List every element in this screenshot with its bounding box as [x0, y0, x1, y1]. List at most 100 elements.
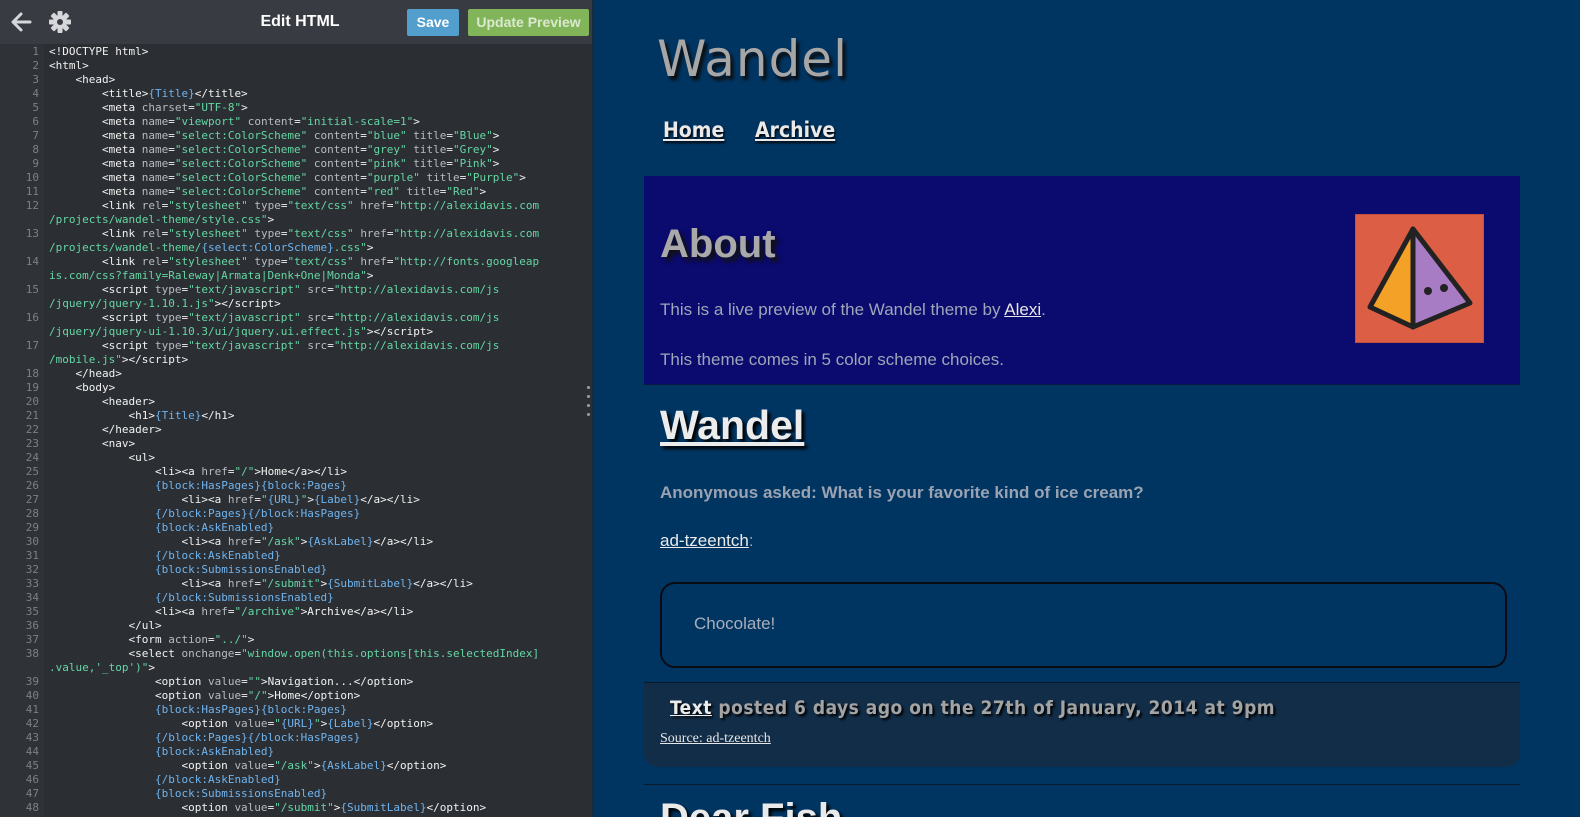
code-line: 24 <ul> [0, 451, 592, 465]
about-description: This is a live preview of the Wandel the… [660, 300, 1046, 320]
code-line: 16 <script type="text/javascript" src="h… [0, 311, 592, 339]
code-line: 35 <li><a href="/archive">Archive</a></l… [0, 605, 592, 619]
post-date: posted 6 days ago on the 27th of January… [711, 697, 1276, 719]
line-number: 9 [32, 157, 39, 170]
code-text: <title>{Title}</title> [49, 87, 248, 100]
code-line: 21 <h1>{Title}</h1> [0, 409, 592, 423]
code-line: 36 </ul> [0, 619, 592, 633]
arrow-left-icon[interactable] [8, 9, 36, 35]
line-number: 33 [25, 577, 39, 590]
code-line: 17 <script type="text/javascript" src="h… [0, 339, 592, 367]
gear-icon[interactable] [46, 9, 74, 35]
code-text: <meta name="select:ColorScheme" content=… [49, 129, 500, 142]
code-text: <form action="../"> [49, 633, 255, 646]
answerer-link[interactable]: ad-tzeentch [660, 531, 749, 550]
code-line: 30 <li><a href="/ask">{AskLabel}</a></li… [0, 535, 592, 549]
code-text: {block:AskEnabled} [154, 521, 275, 534]
code-text: {/block:AskEnabled} [154, 773, 281, 786]
code-text: <body> [49, 381, 116, 394]
code-line: 7 <meta name="select:ColorScheme" conten… [0, 129, 592, 143]
theme-preview: Wandel Home Archive About This is a live… [592, 0, 1580, 817]
code-text-continuation: /jquery/jquery-ui-1.10.3/ui/jquery.ui.ef… [49, 325, 434, 338]
code-line: 22 </header> [0, 423, 592, 437]
line-number: 15 [25, 283, 39, 296]
code-text: </ul> [49, 619, 162, 632]
line-number: 43 [25, 731, 39, 744]
code-text: <h1>{Title}</h1> [49, 409, 235, 422]
code-line: 43 {/block:Pages}{/block:HasPages} [0, 731, 592, 745]
code-area[interactable]: 1 <!DOCTYPE html> 2 <html> 3 <head> 4 <title>… [0, 44, 592, 817]
code-text: <li><a href="/ask">{AskLabel}</a></li> [49, 535, 434, 548]
post-type-link[interactable]: Text [670, 697, 712, 719]
code-line: 42 <option value="{URL}">{Label}</option… [0, 717, 592, 731]
nav-link-archive[interactable]: Archive [755, 118, 835, 142]
code-text: <li><a href="/archive">Archive</a></li> [49, 605, 414, 618]
line-number: 7 [32, 129, 39, 142]
code-line: 9 <meta name="select:ColorScheme" conten… [0, 157, 592, 171]
line-number: 28 [25, 507, 39, 520]
post-divider [644, 784, 1520, 785]
code-line: 19 <body> [0, 381, 592, 395]
code-line: 11 <meta name="select:ColorScheme" conte… [0, 185, 592, 199]
post-footer: Text posted 6 days ago on the 27th of Ja… [644, 682, 1520, 767]
line-number: 6 [32, 115, 39, 128]
editor-toolbar: Edit HTML Save Update Preview [0, 0, 592, 44]
code-text: {block:SubmissionsEnabled} [154, 787, 328, 800]
code-text: {block:AskEnabled} [154, 745, 275, 758]
code-text: <meta charset="UTF-8"> [49, 101, 248, 114]
line-number: 40 [25, 689, 39, 702]
code-text: <option value="/">Home</option> [49, 689, 361, 702]
code-text: <link rel="stylesheet" type="text/css" h… [49, 199, 540, 212]
line-number: 19 [25, 381, 39, 394]
line-number: 16 [25, 311, 39, 324]
code-text: <header> [49, 395, 155, 408]
code-text: <li><a href="/submit">{SubmitLabel}</a><… [49, 577, 473, 590]
code-line: 4 <title>{Title}</title> [0, 87, 592, 101]
code-line: 27 <li><a href="{URL}">{Label}</a></li> [0, 493, 592, 507]
answerer-colon: : [748, 531, 754, 550]
code-line: 23 <nav> [0, 437, 592, 451]
line-number: 25 [25, 465, 39, 478]
line-number: 41 [25, 703, 39, 716]
line-number: 34 [25, 591, 39, 604]
author-link[interactable]: Alexi [1004, 300, 1041, 319]
code-line: 8 <meta name="select:ColorScheme" conten… [0, 143, 592, 157]
code-text: <li><a href="/">Home</a></li> [49, 465, 348, 478]
code-text: <meta name="select:ColorScheme" content=… [49, 185, 487, 198]
line-number: 45 [25, 759, 39, 772]
post-meta: Text posted 6 days ago on the 27th of Ja… [670, 697, 1275, 719]
post-title[interactable]: Wandel [660, 402, 804, 449]
code-line: 12 <link rel="stylesheet" type="text/css… [0, 199, 592, 227]
code-text: <option value="{URL}">{Label}</option> [49, 717, 434, 730]
save-button[interactable]: Save [407, 9, 459, 36]
line-number: 2 [32, 59, 39, 72]
code-text: <meta name="select:ColorScheme" content=… [49, 143, 500, 156]
answer-box: Chocolate! [660, 582, 1507, 668]
code-text-continuation: /jquery/jquery-1.10.1.js"></script> [49, 297, 281, 310]
code-text: <meta name="select:ColorScheme" content=… [49, 171, 526, 184]
code-line: 44 {block:AskEnabled} [0, 745, 592, 759]
code-line: 5 <meta charset="UTF-8"> [0, 101, 592, 115]
source-link[interactable]: Source: ad-tzeentch [660, 731, 771, 747]
code-text: {/block:Pages}{/block:HasPages} [154, 731, 361, 744]
code-line: 33 <li><a href="/submit">{SubmitLabel}</… [0, 577, 592, 591]
code-line: 14 <link rel="stylesheet" type="text/css… [0, 255, 592, 283]
line-number: 1 [32, 45, 39, 58]
pyramid-avatar-icon [1367, 226, 1473, 330]
line-number: 48 [25, 801, 39, 814]
code-text: <meta name="select:ColorScheme" content=… [49, 157, 500, 170]
code-line: 25 <li><a href="/">Home</a></li> [0, 465, 592, 479]
code-line: 20 <header> [0, 395, 592, 409]
line-number: 30 [25, 535, 39, 548]
ask-question: Anonymous asked: What is your favorite k… [660, 483, 1144, 502]
code-text: <head> [49, 73, 116, 86]
code-text: {block:HasPages}{block:Pages} [154, 479, 348, 492]
code-text: {/block:Pages}{/block:HasPages} [154, 507, 361, 520]
code-text: {/block:AskEnabled} [154, 549, 281, 562]
line-number: 21 [25, 409, 39, 422]
next-post-title[interactable]: Dear Fish [660, 796, 842, 817]
nav-link-home[interactable]: Home [663, 118, 724, 142]
code-line: 40 <option value="/">Home</option> [0, 689, 592, 703]
code-line: 10 <meta name="select:ColorScheme" conte… [0, 171, 592, 185]
update-preview-button[interactable]: Update Preview [468, 9, 589, 36]
